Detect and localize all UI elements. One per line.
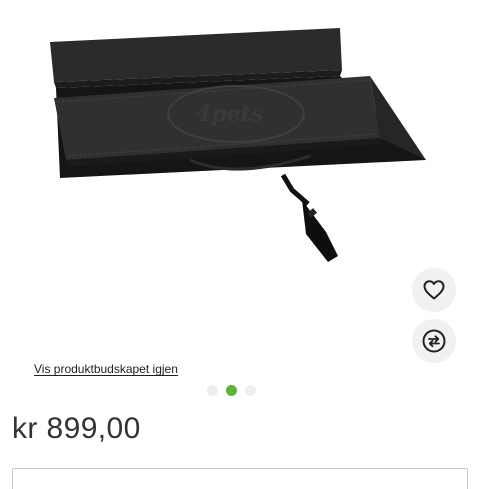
carousel-dot-active[interactable] xyxy=(226,385,237,396)
carousel-dot[interactable] xyxy=(245,385,256,396)
compare-button[interactable] xyxy=(412,319,456,363)
favorite-button[interactable] xyxy=(412,268,456,312)
product-price: kr 899,00 xyxy=(12,412,141,445)
heart-outline-icon xyxy=(423,280,445,300)
product-image: 4pets xyxy=(40,20,440,270)
carousel-indicator xyxy=(207,385,256,396)
compare-arrows-icon xyxy=(422,329,446,353)
product-photo: 4pets xyxy=(50,28,426,262)
purchase-options-box xyxy=(12,468,468,489)
carousel-dot[interactable] xyxy=(207,385,218,396)
revisit-product-message-link[interactable]: Vis produktbudskapet igjen xyxy=(34,362,178,376)
svg-text:4pets: 4pets xyxy=(196,101,263,127)
